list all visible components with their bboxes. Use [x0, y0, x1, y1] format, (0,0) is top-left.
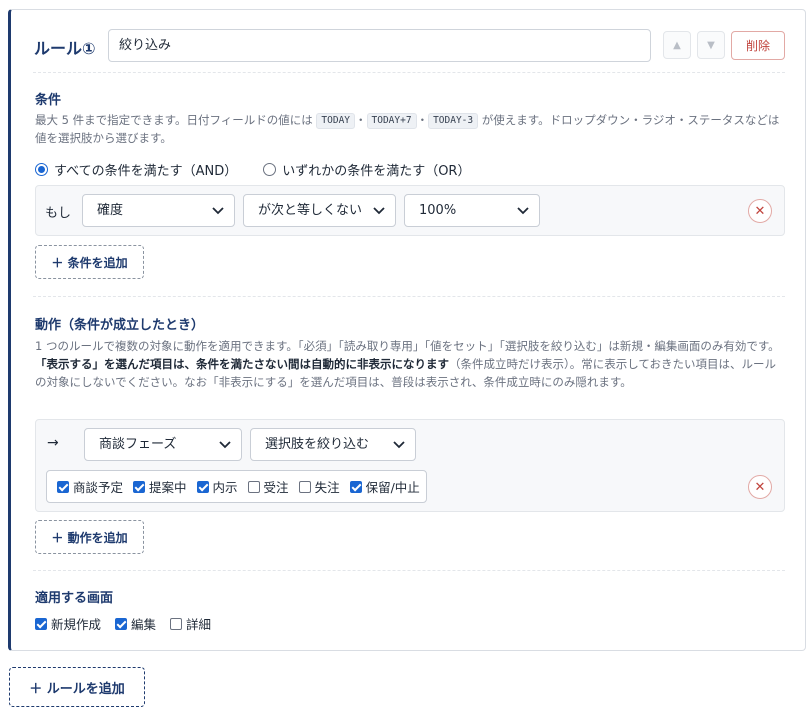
delete-rule-button[interactable]: 削除: [731, 31, 785, 60]
chevron-down-icon: [373, 207, 385, 215]
choice-checkbox[interactable]: 保留/中止: [349, 477, 420, 496]
condition-value-select[interactable]: 100%: [404, 194, 540, 227]
conditions-heading: 条件: [35, 93, 62, 108]
choice-label: 商談予定: [73, 480, 124, 495]
choice-checkbox[interactable]: 受注: [247, 477, 289, 496]
screen-checkbox-new[interactable]: 新規作成: [35, 614, 101, 633]
choice-label: 内示: [212, 480, 238, 495]
condition-value-value: 100%: [419, 203, 457, 218]
screens-group: 新規作成 編集 詳細: [35, 614, 221, 633]
add-condition-button[interactable]: ＋ 条件を追加: [35, 245, 144, 279]
remove-action-button[interactable]: ✕: [748, 475, 772, 499]
condition-prefix: もし: [45, 206, 72, 221]
screen-label: 編集: [131, 617, 157, 632]
move-up-button[interactable]: ▲: [663, 31, 691, 59]
chevron-down-icon: [212, 207, 224, 215]
choice-label: 保留/中止: [365, 480, 420, 495]
divider: [33, 570, 785, 571]
chevron-down-icon: [393, 441, 405, 449]
condition-row: もし 確度 が次と等しくない 100% ✕: [35, 185, 785, 236]
checkbox-unchecked-icon: [170, 617, 183, 630]
close-icon: ✕: [754, 203, 766, 219]
divider: [33, 72, 785, 73]
checkbox-unchecked-icon: [247, 480, 260, 493]
rule-title: ルール①: [34, 39, 96, 58]
actions-help-line1: 1 つのルールで複数の対象に動作を適用できます。「必須」「読み取り専用」「値をセ…: [35, 339, 780, 353]
token-today: TODAY: [316, 113, 356, 129]
action-target-value: 商談フェーズ: [99, 437, 177, 452]
condition-operator-select[interactable]: が次と等しくない: [243, 194, 396, 227]
screens-heading: 適用する画面: [35, 591, 114, 606]
choice-checkbox[interactable]: 失注: [298, 477, 340, 496]
token-separator: ・: [355, 113, 367, 127]
conditions-help-before: 最大 5 件まで指定できます。日付フィールドの値には: [35, 113, 317, 127]
match-all-label: すべての条件を満たす（AND）: [54, 164, 238, 179]
choice-checkbox[interactable]: 内示: [196, 477, 238, 496]
actions-heading: 動作（条件が成立したとき）: [35, 318, 205, 333]
rule-card: ルール① 絞り込み ▲ ▼ 削除 条件 最大 5 件まで指定できます。日付フィー…: [8, 9, 806, 651]
conditions-help: 最大 5 件まで指定できます。日付フィールドの値には TODAY ・ TODAY+7…: [35, 111, 787, 147]
chevron-down-icon: [219, 441, 231, 449]
choice-filter-box: 商談予定 提案中 内示 受注 失注 保留/中止: [46, 470, 427, 503]
choice-checkbox[interactable]: 商談予定: [57, 477, 123, 496]
radio-selected-icon: [35, 163, 48, 176]
action-arrow: →: [47, 435, 59, 451]
actions-help-line2: 「表示する」を選んだ項目は、条件を満たさない間は自動的に非表示になります（条件成…: [35, 355, 787, 391]
triangle-up-icon: ▲: [673, 39, 681, 51]
checkbox-unchecked-icon: [298, 480, 311, 493]
action-target-select[interactable]: 商談フェーズ: [84, 428, 242, 461]
triangle-down-icon: ▼: [707, 39, 715, 51]
add-action-button[interactable]: ＋ 動作を追加: [35, 520, 144, 554]
match-any-label: いずれかの条件を満たす（OR）: [282, 164, 471, 179]
radio-unselected-icon: [263, 163, 277, 176]
token-today-plus: TODAY+7: [366, 113, 417, 129]
checkbox-checked-icon: [196, 480, 209, 493]
choice-label: 提案中: [149, 480, 187, 495]
screen-checkbox-detail[interactable]: 詳細: [170, 614, 211, 633]
actions-help: 1 つのルールで複数の対象に動作を適用できます。「必須」「読み取り専用」「値をセ…: [35, 337, 787, 391]
choice-checkbox[interactable]: 提案中: [133, 477, 187, 496]
match-any-radio[interactable]: いずれかの条件を満たす（OR）: [263, 160, 470, 179]
action-type-select[interactable]: 選択肢を絞り込む: [250, 428, 416, 461]
checkbox-checked-icon: [115, 617, 128, 630]
token-separator: ・: [416, 113, 429, 127]
match-mode-group: すべての条件を満たす（AND） いずれかの条件を満たす（OR）: [35, 160, 496, 179]
checkbox-checked-icon: [133, 480, 146, 493]
add-rule-button[interactable]: ＋ ルールを追加: [9, 667, 145, 707]
divider: [33, 296, 785, 297]
action-type-value: 選択肢を絞り込む: [265, 437, 370, 452]
match-all-radio[interactable]: すべての条件を満たす（AND）: [35, 160, 237, 179]
close-icon: ✕: [754, 479, 766, 495]
actions-help-bold: 「表示する」を選んだ項目は、条件を満たさない間は自動的に非表示になります: [35, 357, 449, 371]
checkbox-checked-icon: [349, 480, 362, 493]
condition-field-value: 確度: [97, 203, 124, 218]
checkbox-checked-icon: [35, 617, 47, 630]
condition-field-select[interactable]: 確度: [82, 194, 235, 227]
screen-checkbox-edit[interactable]: 編集: [115, 614, 156, 633]
rule-name-input[interactable]: 絞り込み: [108, 29, 651, 62]
token-today-minus: TODAY-3: [428, 113, 479, 129]
screen-label: 新規作成: [51, 617, 102, 632]
condition-operator-value: が次と等しくない: [258, 203, 363, 218]
action-row: → 商談フェーズ 選択肢を絞り込む 商談予定 提案中 内示 受注 失注 保留/中…: [35, 419, 785, 512]
move-down-button[interactable]: ▼: [697, 31, 725, 59]
choice-label: 受注: [263, 480, 289, 495]
screen-label: 詳細: [186, 617, 212, 632]
remove-condition-button[interactable]: ✕: [748, 199, 772, 223]
checkbox-checked-icon: [57, 480, 69, 493]
chevron-down-icon: [517, 207, 529, 215]
choice-label: 失注: [314, 480, 340, 495]
